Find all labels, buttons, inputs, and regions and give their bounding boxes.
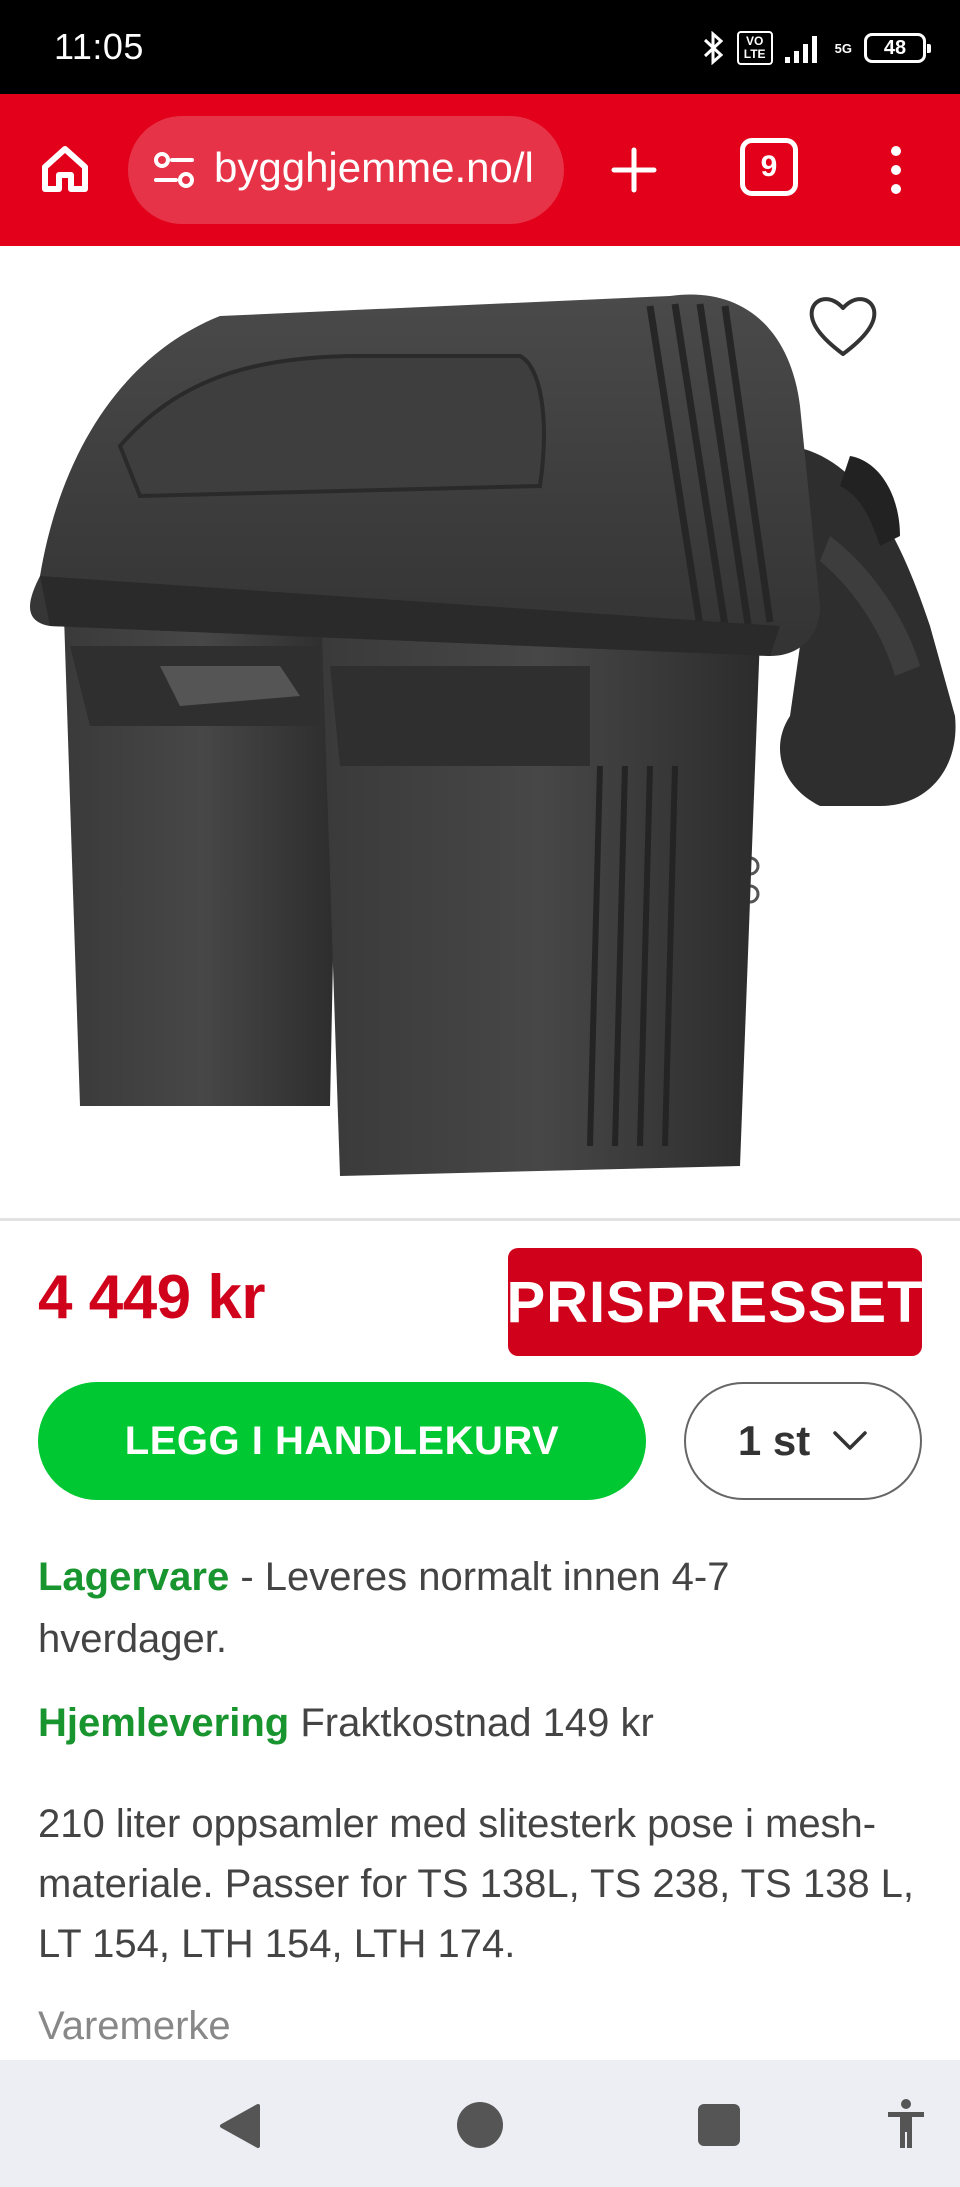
bluetooth-icon [701, 31, 725, 65]
chevron-down-icon [833, 1431, 867, 1450]
product-photo [30, 294, 956, 1176]
heart-outline-icon[interactable] [806, 292, 880, 360]
plus-icon [611, 147, 657, 193]
status-icons: VO LTE 5G 48 [701, 28, 931, 68]
price-badge: PRISPRESSET [506, 1248, 923, 1356]
network-label: 5G [834, 40, 852, 56]
product-description: 210 liter oppsamler med slitesterk pose … [38, 1802, 915, 1966]
home-button[interactable] [30, 134, 100, 204]
divider [0, 1218, 960, 1221]
browser-toolbar: bygghjemme.no/l 9 [0, 94, 960, 246]
add-to-cart-button[interactable]: LEGG I HANDLEKURV [38, 1382, 646, 1500]
signal-icon [784, 33, 823, 63]
stock-info: Lagervare - Leveres normalt innen 4-7 hv… [38, 1546, 918, 1670]
battery-icon: 48 [864, 33, 931, 63]
battery-level: 48 [883, 36, 907, 59]
delivery-text: Fraktkostnad 149 kr [289, 1701, 654, 1745]
delivery-label: Hjemlevering [38, 1701, 290, 1745]
back-icon[interactable] [216, 2102, 262, 2150]
new-tab-button[interactable] [598, 134, 670, 206]
home-icon [42, 146, 88, 192]
volte-icon: VO LTE [736, 31, 773, 65]
volte-line2: LTE [743, 47, 766, 61]
quantity-select[interactable]: 1 st [684, 1382, 922, 1500]
brand-label: Varemerke [38, 2004, 231, 2048]
more-vert-icon[interactable] [870, 134, 922, 206]
stock-status: Lagervare [38, 1555, 230, 1599]
tabs-button[interactable]: 9 [740, 138, 798, 196]
product-image[interactable] [0, 246, 960, 1218]
status-time: 11:05 [54, 26, 144, 67]
system-nav-bar [0, 2060, 960, 2187]
url-text[interactable]: bygghjemme.no/l [214, 144, 554, 192]
accessibility-icon[interactable] [884, 2098, 928, 2150]
quantity-value: 1 st [737, 1417, 811, 1464]
home-circle-icon[interactable] [457, 2102, 503, 2148]
delivery-info: Hjemlevering Fraktkostnad 149 kr [38, 1692, 654, 1754]
tab-count: 9 [760, 150, 778, 183]
site-settings-icon[interactable] [150, 146, 198, 194]
status-bar: 11:05 VO LTE 5G 48 [0, 0, 960, 94]
recents-icon[interactable] [698, 2104, 740, 2146]
5g-icon: 5G [835, 42, 852, 55]
address-bar[interactable]: bygghjemme.no/l [128, 116, 564, 224]
product-price: 4 449 kr [38, 1263, 266, 1332]
